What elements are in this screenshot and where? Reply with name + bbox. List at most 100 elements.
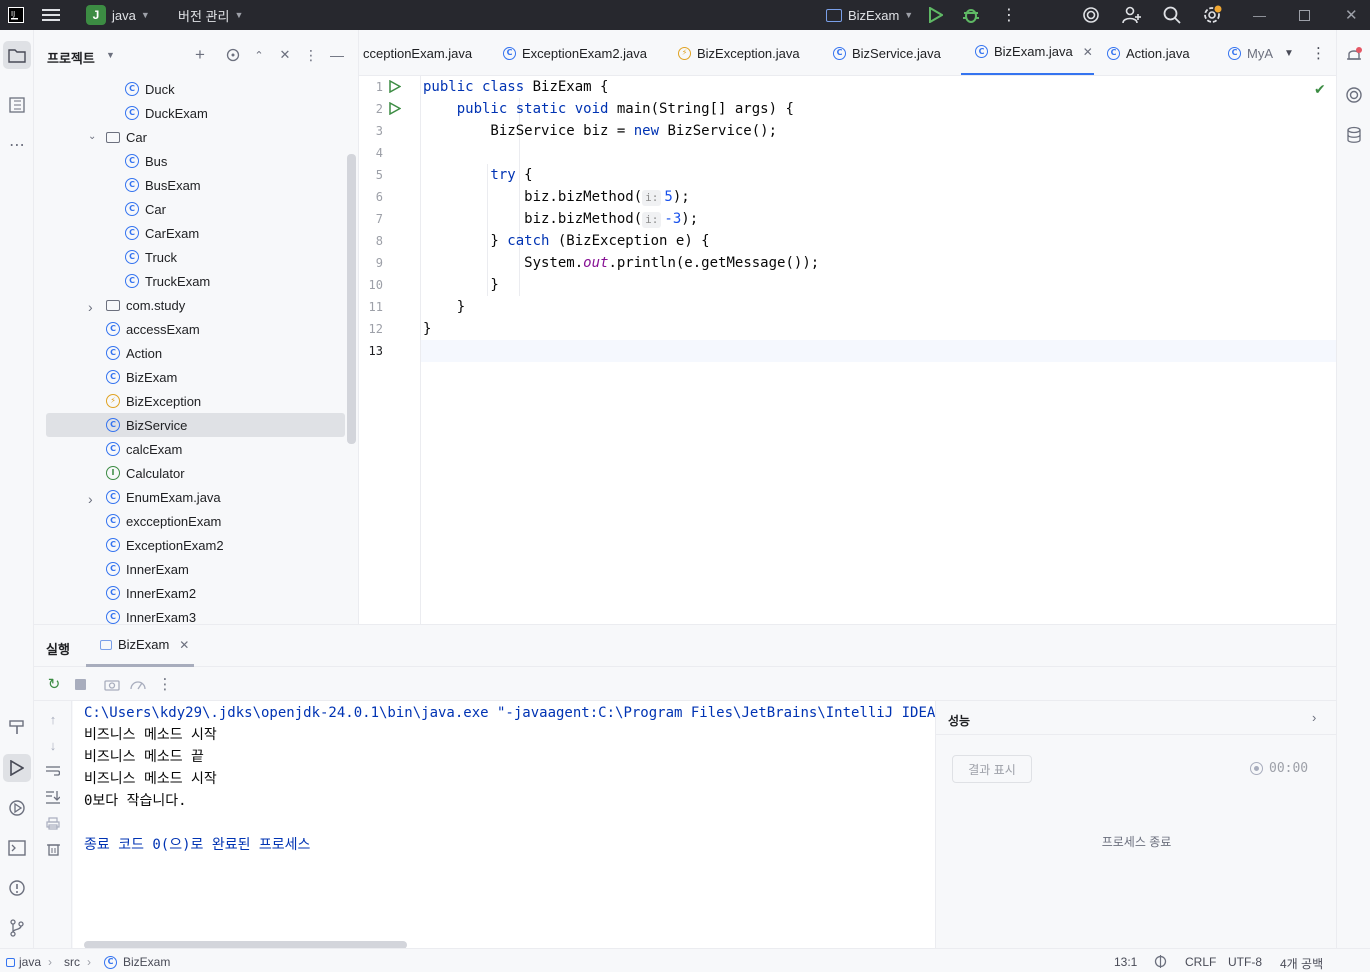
profiler-icon[interactable] <box>130 676 146 692</box>
soft-wrap-icon[interactable] <box>45 763 61 779</box>
add-icon[interactable]: + <box>191 45 209 64</box>
caret-position[interactable]: 13:1 <box>1114 955 1137 969</box>
tree-item[interactable]: C Car <box>125 197 166 221</box>
run-config-selector[interactable]: BizExam ▼ <box>826 0 913 30</box>
run-tab-bizexam[interactable]: BizExam ✕ <box>86 625 194 667</box>
chevron-right-icon[interactable]: › <box>1312 710 1316 725</box>
tree-item[interactable]: C BizService <box>46 413 345 437</box>
settings-gear-icon[interactable] <box>1202 0 1222 30</box>
scroll-up-arrow-icon[interactable]: ↑ <box>45 711 61 727</box>
tab-action[interactable]: C Action.java <box>1107 30 1190 75</box>
collapse-all-icon[interactable]: ✕ <box>276 46 294 64</box>
search-icon[interactable] <box>1163 0 1181 30</box>
tree-item[interactable]: C ExceptionExam2 <box>106 533 224 557</box>
project-switcher[interactable]: J java ▼ <box>86 0 150 30</box>
tree-item[interactable]: C BusExam <box>125 173 201 197</box>
breadcrumb-src[interactable]: src <box>64 955 80 969</box>
tab-biz-exception[interactable]: ⚡ BizException.java <box>678 30 800 75</box>
tree-item[interactable]: CaccessExam <box>106 317 200 341</box>
tree-item[interactable]: C BizExam <box>106 365 177 389</box>
run-button[interactable] <box>929 0 943 30</box>
tree-item[interactable]: Car <box>106 125 147 149</box>
tree-item[interactable]: C DuckExam <box>125 101 208 125</box>
project-tool-folder-icon[interactable] <box>3 41 31 69</box>
no-problems-check-icon[interactable]: ✔ <box>1314 81 1326 98</box>
tree-item[interactable]: I Calculator <box>106 461 185 485</box>
show-results-button[interactable]: 결과 표시 <box>952 755 1032 783</box>
main-menu-icon[interactable] <box>42 0 60 30</box>
tree-item[interactable]: C InnerExam <box>106 557 189 581</box>
chevron-down-icon[interactable]: ⌄ <box>88 131 96 142</box>
locate-target-icon[interactable] <box>224 46 242 64</box>
stop-icon[interactable] <box>72 676 88 692</box>
problems-icon[interactable] <box>3 874 31 902</box>
close-tab-icon[interactable]: ✕ <box>1083 45 1093 59</box>
clear-trash-icon[interactable] <box>45 841 61 857</box>
code-editor[interactable]: 1 2 3 4 5 6 7 8 9 10 11 12 13 public class BizExam {… <box>359 76 1336 624</box>
breadcrumb-java[interactable]: java <box>6 955 41 969</box>
chevron-right-icon[interactable]: › <box>88 491 93 507</box>
line-separator[interactable]: CRLF <box>1185 955 1216 969</box>
ai-assistant-icon[interactable] <box>1082 0 1100 30</box>
expand-all-icon[interactable]: ⌃ <box>250 46 268 64</box>
database-icon[interactable] <box>1340 121 1368 149</box>
project-panel-title[interactable]: 프로젝트 <box>47 48 95 67</box>
tree-item[interactable]: C Action <box>106 341 162 365</box>
tab-exception-exam2[interactable]: C ExceptionExam2.java <box>503 30 647 75</box>
timer-value: 00:00 <box>1269 761 1309 776</box>
run-tab-bar: 실행 BizExam ✕ <box>34 625 1336 667</box>
maximize-window-icon[interactable] <box>1299 0 1310 30</box>
tab-mya[interactable]: C MyA <box>1228 30 1273 75</box>
rerun-icon[interactable]: ↻ <box>46 676 62 693</box>
tab-list-chevron-icon[interactable]: ▼ <box>1284 30 1294 75</box>
tree-item[interactable]: com.study <box>106 293 185 317</box>
print-icon[interactable] <box>45 815 61 831</box>
tab-options-kebab-icon[interactable]: ⋮ <box>1311 30 1326 75</box>
inspection-profile-icon[interactable] <box>1154 955 1167 968</box>
project-scrollbar[interactable] <box>347 154 356 444</box>
tab-biz-exam[interactable]: C BizExam.java ✕ <box>961 30 1094 75</box>
tree-item[interactable]: C Bus <box>125 149 167 173</box>
tree-item[interactable]: C InnerExam2 <box>106 581 196 605</box>
close-window-icon[interactable]: ✕ <box>1345 0 1358 30</box>
add-user-icon[interactable] <box>1122 0 1142 30</box>
scroll-down-arrow-icon[interactable]: ↓ <box>45 737 61 753</box>
tree-item[interactable]: C Truck <box>125 245 177 269</box>
chevron-right-icon[interactable]: › <box>88 299 93 315</box>
more-actions-icon[interactable]: ⋮ <box>1001 0 1017 30</box>
ai-assistant-icon[interactable] <box>1340 81 1368 109</box>
close-run-tab-icon[interactable]: ✕ <box>179 638 189 652</box>
more-tools-icon[interactable]: ⋯ <box>3 131 31 159</box>
console-output[interactable]: C:\Users\kdy29\.jdks\openjdk-24.0.1\bin\… <box>73 701 935 949</box>
run-tool-icon[interactable] <box>3 754 31 782</box>
camera-icon[interactable] <box>104 676 120 692</box>
minimize-window-icon[interactable]: — <box>1253 0 1266 30</box>
hide-panel-icon[interactable]: — <box>328 46 346 64</box>
tree-item[interactable]: CcalcExam <box>106 437 182 461</box>
terminal-icon[interactable] <box>3 834 31 862</box>
vcs-menu[interactable]: 버전 관리 ▼ <box>178 0 243 30</box>
chevron-down-icon[interactable]: ▼ <box>106 50 115 60</box>
notifications-bell-icon[interactable] <box>1340 41 1368 69</box>
services-icon[interactable] <box>3 794 31 822</box>
scroll-to-end-icon[interactable] <box>45 789 61 805</box>
git-branch-icon[interactable] <box>3 914 31 942</box>
tab-exception-exam[interactable]: cceptionExam.java <box>363 30 472 75</box>
tree-item[interactable]: CexcceptionExam <box>106 509 221 533</box>
indent-setting[interactable]: 4개 공백 <box>1280 955 1323 972</box>
tab-biz-service[interactable]: C BizService.java <box>833 30 941 75</box>
tree-item[interactable]: ⚡ BizException <box>106 389 201 413</box>
breadcrumb-bizexam[interactable]: C BizExam <box>104 955 170 969</box>
run-gutter-icon[interactable] <box>389 79 402 94</box>
debug-button[interactable] <box>962 0 980 30</box>
build-hammer-icon[interactable] <box>3 713 31 741</box>
tree-item[interactable]: C CarExam <box>125 221 199 245</box>
more-options-kebab-icon[interactable]: ⋮ <box>157 676 173 693</box>
structure-icon[interactable] <box>3 91 31 119</box>
tree-item[interactable]: C Duck <box>125 77 175 101</box>
tree-item[interactable]: C EnumExam.java <box>106 485 221 509</box>
run-gutter-icon[interactable] <box>389 101 402 116</box>
file-encoding[interactable]: UTF-8 <box>1228 955 1262 969</box>
options-kebab-icon[interactable]: ⋮ <box>302 46 320 64</box>
tree-item[interactable]: C TruckExam <box>125 269 210 293</box>
